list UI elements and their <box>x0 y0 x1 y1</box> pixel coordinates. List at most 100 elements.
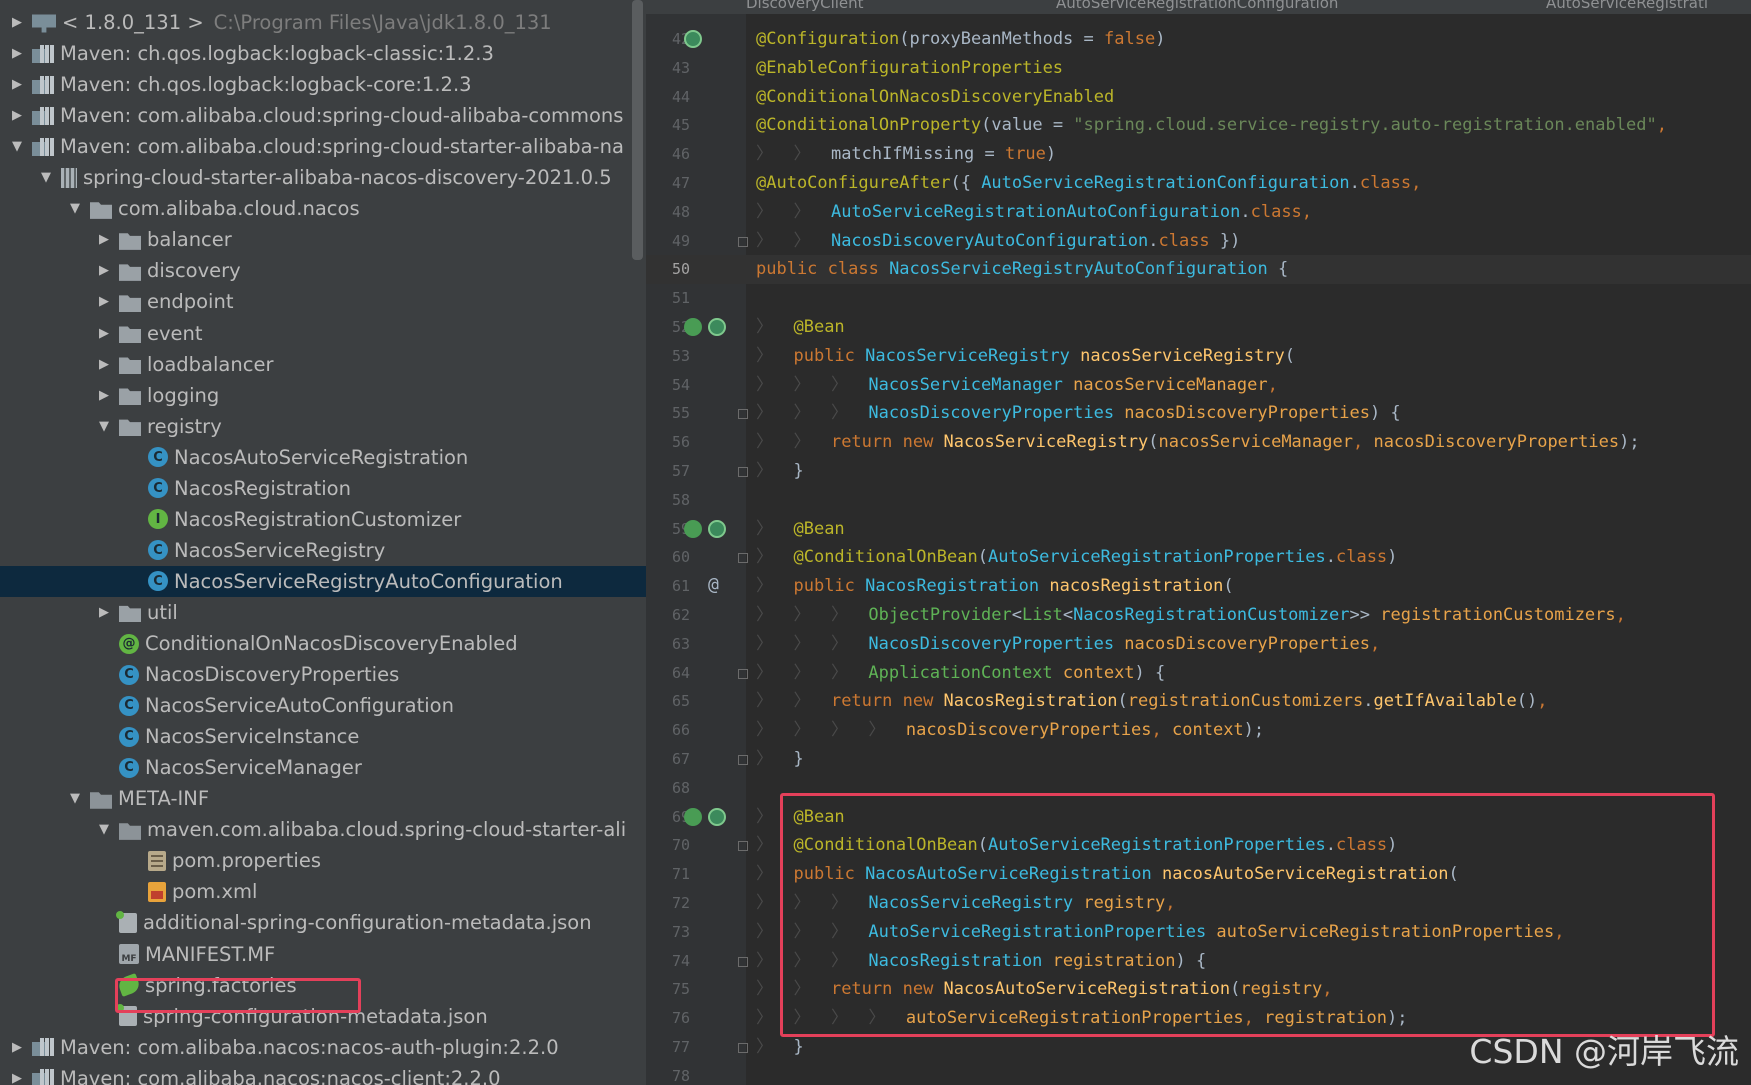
code-line[interactable]: 〉 〉 NacosDiscoveryAutoConfiguration.clas… <box>756 227 1240 256</box>
tree-item[interactable]: ▶ balancer <box>0 224 646 255</box>
fold-marker-icon[interactable] <box>738 668 748 679</box>
code-line[interactable]: @ConditionalOnNacosDiscoveryEnabled <box>756 83 1114 112</box>
code-line[interactable]: 〉 〉 〉 〉 nacosDiscoveryProperties, contex… <box>756 716 1264 745</box>
fold-marker-icon[interactable] <box>738 755 748 765</box>
expand-right-icon[interactable]: ▶ <box>95 605 113 620</box>
code-line[interactable]: 〉 〉 return new NacosServiceRegistry(naco… <box>756 428 1640 457</box>
tree-item[interactable]: ▶ < 1.8.0_131 > C:\Program Files\Java\jdk1… <box>0 7 646 38</box>
tree-item[interactable]: MF MANIFEST.MF <box>0 939 646 970</box>
expand-down-icon[interactable]: ▼ <box>66 791 84 806</box>
tree-item[interactable]: C NacosRegistration <box>0 473 646 504</box>
code-line[interactable]: @ConditionalOnProperty(value = "spring.c… <box>756 111 1667 140</box>
editor-tab[interactable]: AutoServiceRegistrati <box>1546 0 1708 14</box>
tree-item[interactable]: additional-spring-configuration-metadata… <box>0 907 646 938</box>
bean-marker-icon[interactable] <box>684 318 702 336</box>
fold-marker-icon[interactable] <box>738 841 748 852</box>
tree-item[interactable]: ▼ com.alibaba.cloud.nacos <box>0 193 646 224</box>
code-line[interactable]: 〉 public NacosRegistration nacosRegistra… <box>756 572 1234 601</box>
tree-item[interactable]: C NacosDiscoveryProperties <box>0 659 646 690</box>
editor-tab[interactable]: AutoServiceRegistrationConfiguration <box>1056 0 1338 14</box>
tree-item[interactable]: @ ConditionalOnNacosDiscoveryEnabled <box>0 628 646 659</box>
expand-right-icon[interactable]: ▶ <box>8 15 26 30</box>
expand-right-icon[interactable]: ▶ <box>95 388 113 403</box>
tree-item[interactable]: ▼ Maven: com.alibaba.cloud:spring-cloud-s… <box>0 131 646 162</box>
code-line[interactable]: @EnableConfigurationProperties <box>756 54 1063 83</box>
fold-marker-icon[interactable] <box>738 467 748 477</box>
expand-right-icon[interactable]: ▶ <box>8 1040 26 1055</box>
code-line[interactable]: 〉 〉 〉 ApplicationContext context) { <box>756 659 1165 688</box>
fold-marker-icon[interactable] <box>738 956 748 967</box>
bean-marker-icon[interactable] <box>684 519 702 538</box>
expand-right-icon[interactable]: ▶ <box>95 263 113 278</box>
tree-item[interactable]: ▼ META-INF <box>0 783 646 814</box>
code-editor[interactable]: DiscoveryClient AutoServiceRegistrationCo… <box>646 0 1751 1085</box>
tree-item[interactable]: pom.properties <box>0 845 646 876</box>
tree-item[interactable]: ▼ spring-cloud-starter-alibaba-nacos-disc… <box>0 162 646 193</box>
tree-item[interactable]: ▶ Maven: ch.qos.logback:logback-classic:1… <box>0 38 646 69</box>
code-line[interactable]: @AutoConfigureAfter({ AutoServiceRegistr… <box>756 169 1421 198</box>
code-line[interactable]: 〉 @ConditionalOnBean(AutoServiceRegistra… <box>756 543 1397 572</box>
code-line[interactable]: 〉 } <box>756 745 804 774</box>
code-line[interactable]: 〉 〉 matchIfMissing = true) <box>756 140 1056 169</box>
fold-marker-icon[interactable] <box>738 1043 748 1053</box>
expand-down-icon[interactable]: ▼ <box>95 419 113 434</box>
expand-right-icon[interactable]: ▶ <box>95 294 113 309</box>
code-line[interactable]: 〉 〉 〉 ObjectProvider<List<NacosRegistrat… <box>756 601 1626 630</box>
tree-item[interactable]: C NacosAutoServiceRegistration <box>0 442 646 473</box>
tree-item[interactable]: ▶ Maven: com.alibaba.cloud:spring-cloud-a… <box>0 100 646 131</box>
expand-down-icon[interactable]: ▼ <box>37 170 55 185</box>
code-line[interactable]: 〉 public NacosServiceRegistry nacosServi… <box>756 342 1295 371</box>
expand-right-icon[interactable]: ▶ <box>95 357 113 372</box>
expand-right-icon[interactable]: ▶ <box>95 232 113 247</box>
code-line[interactable]: 〉 @Bean <box>756 313 845 342</box>
editor-tab[interactable]: DiscoveryClient <box>746 0 864 14</box>
tree-item[interactable]: ▶ endpoint <box>0 286 646 317</box>
project-tree[interactable]: ▶ < 1.8.0_131 > C:\Program Files\Java\jdk1… <box>0 0 646 1085</box>
implemented-marker-icon[interactable] <box>708 807 726 826</box>
tree-item[interactable]: ▶ logging <box>0 380 646 411</box>
code-line[interactable]: 〉 〉 return new NacosRegistration(registr… <box>756 687 1547 716</box>
tree-item[interactable]: ▶ loadbalancer <box>0 349 646 380</box>
tree-item[interactable]: ▼ registry <box>0 411 646 442</box>
tree-item[interactable]: ▼ maven.com.alibaba.cloud.spring-cloud-st… <box>0 814 646 845</box>
code-line[interactable]: 〉 } <box>756 1033 804 1062</box>
code-line[interactable]: 〉 〉 〉 NacosServiceManager nacosServiceMa… <box>756 371 1278 400</box>
expand-down-icon[interactable]: ▼ <box>95 822 113 837</box>
expand-right-icon[interactable]: ▶ <box>95 326 113 341</box>
implemented-marker-icon[interactable] <box>684 30 702 48</box>
tree-item-label: Maven: ch.qos.logback:logback-classic:1.… <box>60 42 494 66</box>
bean-marker-icon[interactable] <box>684 807 702 826</box>
tree-item[interactable]: ▶ Maven: com.alibaba.nacos:nacos-auth-plu… <box>0 1032 646 1063</box>
expand-right-icon[interactable]: ▶ <box>8 77 26 92</box>
expand-down-icon[interactable]: ▼ <box>8 139 26 154</box>
tree-item[interactable]: C NacosServiceAutoConfiguration <box>0 690 646 721</box>
code-line[interactable]: 〉 〉 〉 NacosDiscoveryProperties nacosDisc… <box>756 630 1380 659</box>
tree-item[interactable]: ▶ Maven: com.alibaba.nacos:nacos-client:2… <box>0 1063 646 1085</box>
implemented-marker-icon[interactable] <box>708 318 726 336</box>
tree-item[interactable]: I NacosRegistrationCustomizer <box>0 504 646 535</box>
code-line[interactable]: 〉 @Bean <box>756 515 845 544</box>
expand-right-icon[interactable]: ▶ <box>8 1071 26 1085</box>
tree-item[interactable]: ▶ event <box>0 318 646 349</box>
tree-item[interactable]: ▶ util <box>0 597 646 628</box>
implemented-marker-icon[interactable] <box>708 519 726 538</box>
expand-down-icon[interactable]: ▼ <box>66 201 84 216</box>
tree-item[interactable]: ▶ Maven: ch.qos.logback:logback-core:1.2.… <box>0 69 646 100</box>
code-line[interactable]: 〉 〉 〉 NacosDiscoveryProperties nacosDisc… <box>756 399 1401 428</box>
expand-right-icon[interactable]: ▶ <box>8 108 26 123</box>
autowired-marker-icon[interactable]: @ <box>708 574 728 595</box>
fold-marker-icon[interactable] <box>738 236 748 247</box>
fold-marker-icon[interactable] <box>738 553 748 564</box>
tree-item[interactable]: C NacosServiceRegistryAutoConfiguration <box>0 565 646 597</box>
tree-item[interactable]: C NacosServiceInstance <box>0 721 646 752</box>
code-line[interactable]: 〉 } <box>756 457 804 486</box>
code-line[interactable]: public class NacosServiceRegistryAutoCon… <box>756 255 1288 284</box>
tree-item[interactable]: ▶ discovery <box>0 255 646 286</box>
code-line[interactable]: @Configuration(proxyBeanMethods = false) <box>756 25 1165 54</box>
expand-right-icon[interactable]: ▶ <box>8 46 26 61</box>
tree-item[interactable]: pom.xml <box>0 876 646 907</box>
fold-marker-icon[interactable] <box>738 409 748 420</box>
code-line[interactable]: 〉 〉 AutoServiceRegistrationAutoConfigura… <box>756 198 1312 227</box>
tree-item[interactable]: C NacosServiceManager <box>0 752 646 783</box>
tree-item[interactable]: C NacosServiceRegistry <box>0 535 646 566</box>
